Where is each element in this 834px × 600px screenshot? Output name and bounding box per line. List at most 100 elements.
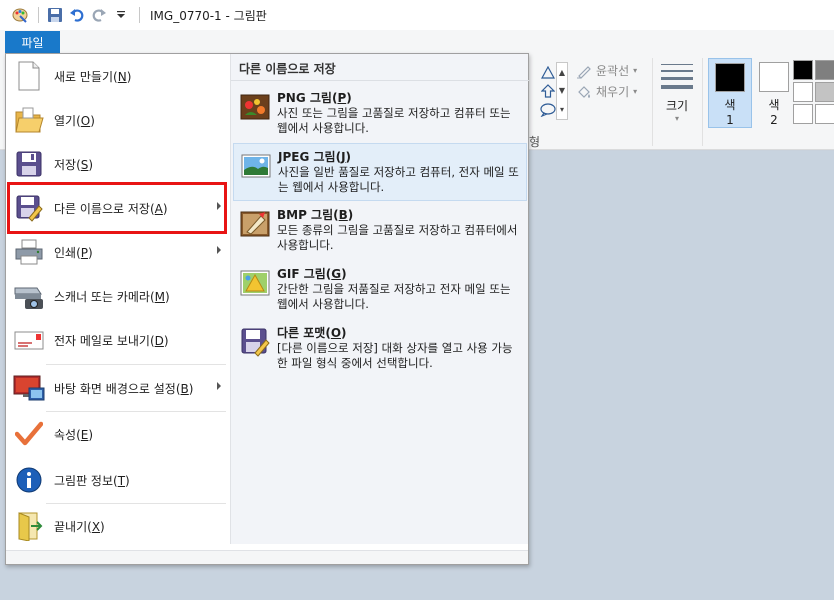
save-disk-icon <box>12 147 46 181</box>
new-document-icon <box>12 59 46 93</box>
submenu-arrow-icon <box>217 246 221 254</box>
fill-dropdown-icon: ▾ <box>633 87 638 96</box>
color2-button[interactable]: 색 2 <box>752 58 796 128</box>
scanner-icon <box>12 279 46 313</box>
format-description: 모든 종류의 그림을 고품질로 저장하고 컴퓨터에서 사용합니다. <box>277 223 518 252</box>
ribbon-separator <box>702 58 703 146</box>
menu-item-label: 전자 메일로 보내기(D) <box>54 333 169 348</box>
color1-button[interactable]: 색 1 <box>708 58 752 128</box>
submenu-arrow-icon <box>217 382 221 390</box>
format-name: JPEG 그림(J) <box>278 150 352 164</box>
menu-item-about[interactable]: 그림판 정보(T) <box>8 458 227 502</box>
palette-swatch[interactable] <box>793 82 813 102</box>
title-bar: IMG_0770-1 - 그림판 <box>0 0 834 30</box>
gif-picture-icon <box>239 267 271 299</box>
menu-item-desktop-background[interactable]: 바탕 화면 배경으로 설정(B) <box>8 366 227 410</box>
outline-dropdown-icon: ▾ <box>633 66 638 75</box>
fill-button[interactable]: 채우기 ▾ <box>576 83 637 100</box>
outline-label: 윤곽선 <box>596 64 630 78</box>
triangle-shape-icon[interactable] <box>540 64 556 80</box>
color1-label-line2: 1 <box>726 113 734 127</box>
menu-item-label: 끝내기(X) <box>54 519 105 534</box>
paint-app-icon[interactable] <box>10 5 30 25</box>
menu-item-label: 열기(O) <box>54 113 95 128</box>
palette-swatch[interactable] <box>793 60 813 80</box>
scroll-down-icon[interactable]: ▼ <box>559 86 565 95</box>
menu-item-properties[interactable]: 속성(E) <box>8 412 227 456</box>
save-as-gif[interactable]: GIF 그림(G) 간단한 그림을 저품질로 저장하고 전자 메일 또는 웹에서… <box>233 261 527 319</box>
shapes-scroll[interactable]: ▲ ▼ ▾ <box>556 62 568 120</box>
ribbon-separator <box>652 58 653 146</box>
scroll-expand-icon[interactable]: ▾ <box>560 105 564 114</box>
up-arrow-shape-icon[interactable] <box>540 83 556 99</box>
desktop-background-icon <box>12 371 46 405</box>
color2-swatch <box>759 62 789 92</box>
palette-swatch[interactable] <box>793 104 813 124</box>
file-menu-footer <box>6 550 528 564</box>
email-icon <box>12 323 46 357</box>
open-folder-icon <box>12 103 46 137</box>
fill-label: 채우기 <box>596 85 630 99</box>
menu-item-label: 저장(S) <box>54 157 94 172</box>
save-as-jpeg[interactable]: JPEG 그림(J) 사진을 일반 품질로 저장하고 컴퓨터, 전자 메일 또는… <box>233 143 527 201</box>
palette-swatch[interactable] <box>815 104 834 124</box>
color1-label-line1: 색 <box>724 98 736 112</box>
fill-bucket-icon <box>578 85 590 98</box>
title-separator <box>139 7 140 23</box>
size-button[interactable]: 크기 ▾ <box>660 62 694 126</box>
submenu-title-divider <box>231 80 529 81</box>
exit-icon <box>12 509 46 543</box>
highlight-box <box>7 182 227 234</box>
palette-swatch[interactable] <box>815 60 834 80</box>
menu-item-new[interactable]: 새로 만들기(N) <box>8 54 227 98</box>
menu-item-scanner[interactable]: 스캐너 또는 카메라(M) <box>8 274 227 318</box>
quick-save-icon[interactable] <box>45 5 65 25</box>
size-label: 크기 <box>665 99 689 113</box>
format-name: 다른 포맷(O) <box>277 326 347 340</box>
callout-shape-icon[interactable] <box>540 102 556 118</box>
info-icon <box>12 463 46 497</box>
outline-button[interactable]: 윤곽선 ▾ <box>576 62 637 79</box>
file-tab[interactable]: 파일 <box>5 31 60 53</box>
menu-item-print[interactable]: 인쇄(P) <box>8 230 227 274</box>
checkmark-icon <box>12 417 46 451</box>
file-menu-commands: 새로 만들기(N) 열기(O) 저장(S) 다른 이름으로 저장(A) 인쇄(P… <box>6 54 229 554</box>
menu-item-save[interactable]: 저장(S) <box>8 142 227 186</box>
shapes-group-label: 형 <box>529 135 541 149</box>
scroll-up-icon[interactable]: ▲ <box>559 68 565 77</box>
menu-item-email[interactable]: 전자 메일로 보내기(D) <box>8 318 227 362</box>
menu-item-label: 속성(E) <box>54 427 94 442</box>
file-menu: 새로 만들기(N) 열기(O) 저장(S) 다른 이름으로 저장(A) 인쇄(P… <box>5 53 529 565</box>
color-palette <box>793 60 834 124</box>
palette-swatch[interactable] <box>815 82 834 102</box>
color2-label-line1: 색 <box>768 98 780 112</box>
size-lines-icon <box>661 64 693 89</box>
menu-separator <box>46 364 226 365</box>
save-as-bmp[interactable]: BMP 그림(B) 모든 종류의 그림을 고품질로 저장하고 컴퓨터에서 사용합… <box>233 202 527 260</box>
menu-item-exit[interactable]: 끝내기(X) <box>8 504 227 548</box>
save-as-other-format[interactable]: 다른 포맷(O) [다른 이름으로 저장] 대화 상자를 열고 사용 가능한 파… <box>233 320 527 378</box>
bmp-picture-icon <box>239 208 271 240</box>
format-name: GIF 그림(G) <box>277 267 347 281</box>
color2-label-line2: 2 <box>770 113 778 127</box>
submenu-title: 다른 이름으로 저장 <box>239 62 336 76</box>
color1-swatch <box>715 63 745 92</box>
menu-item-label: 인쇄(P) <box>54 245 93 260</box>
save-as-png[interactable]: PNG 그림(P) 사진 또는 그림을 고품질로 저장하고 컴퓨터 또는 웹에서… <box>233 85 527 143</box>
menu-item-label: 새로 만들기(N) <box>54 69 132 84</box>
menu-item-open[interactable]: 열기(O) <box>8 98 227 142</box>
undo-icon[interactable] <box>67 5 87 25</box>
menu-item-label: 그림판 정보(T) <box>54 473 130 488</box>
format-name: PNG 그림(P) <box>277 91 352 105</box>
png-picture-icon <box>239 91 271 123</box>
outline-pencil-icon <box>577 65 591 79</box>
redo-icon[interactable] <box>89 5 109 25</box>
format-description: 사진 또는 그림을 고품질로 저장하고 컴퓨터 또는 웹에서 사용합니다. <box>277 106 511 135</box>
format-description: 사진을 일반 품질로 저장하고 컴퓨터, 전자 메일 또는 웹에서 사용합니다. <box>278 165 519 194</box>
other-format-icon <box>239 326 271 358</box>
menu-item-label: 스캐너 또는 카메라(M) <box>54 289 170 304</box>
format-name: BMP 그림(B) <box>277 208 354 222</box>
customize-quick-access-icon[interactable] <box>111 5 131 25</box>
printer-icon <box>12 235 46 269</box>
format-description: 간단한 그림을 저품질로 저장하고 전자 메일 또는 웹에서 사용합니다. <box>277 282 511 311</box>
